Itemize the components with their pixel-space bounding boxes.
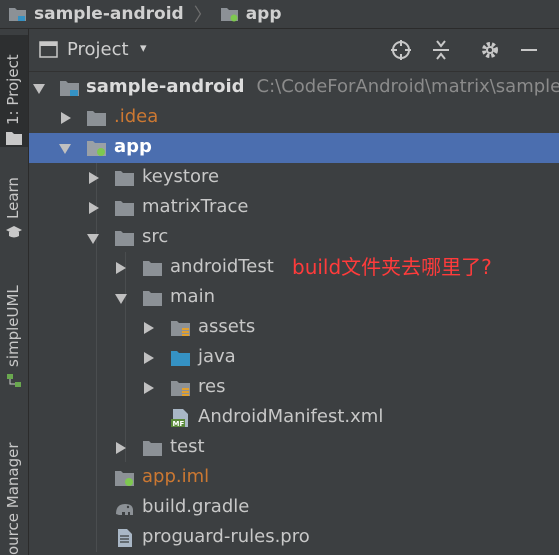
module-folder-icon — [220, 8, 238, 22]
root-name: sample-android — [86, 76, 245, 97]
source-folder-icon — [171, 351, 190, 366]
project-tool-button[interactable]: 1: Project — [0, 35, 28, 147]
tree-label: keystore — [142, 166, 220, 187]
project-view-icon — [39, 41, 58, 58]
tree-row-test[interactable]: test — [29, 433, 559, 463]
collapsed-arrow-icon[interactable] — [144, 322, 154, 334]
tree-label: .idea — [114, 106, 159, 127]
tree-row-proguard-rules[interactable]: proguard-rules.pro — [29, 523, 559, 553]
collapsed-arrow-icon[interactable] — [144, 352, 154, 364]
annotation-text: build文件夹去哪里了? — [290, 254, 494, 280]
tool-window-stripe: 1: Project Learn simpleUML ource Manager — [0, 29, 29, 555]
collapsed-arrow-icon[interactable] — [89, 172, 99, 184]
folder-icon — [6, 132, 22, 145]
tree-label: app.iml — [142, 466, 210, 487]
module-folder-icon — [60, 81, 79, 96]
folder-icon — [115, 201, 134, 216]
expanded-arrow-icon[interactable] — [33, 84, 45, 94]
folder-icon — [143, 291, 162, 306]
tree-row-keystore[interactable]: keystore — [29, 163, 559, 193]
collapsed-arrow-icon[interactable] — [144, 382, 154, 394]
folder-icon — [143, 261, 162, 276]
tree-label: src — [142, 226, 169, 247]
simpleuml-tool-label: simpleUML — [4, 285, 22, 367]
tree-row-build-gradle[interactable]: build.gradle — [29, 493, 559, 523]
tree-row-sample-android[interactable]: sample-android C:\CodeForAndroid\matrix\s… — [29, 73, 559, 103]
resources-folder-icon — [171, 381, 190, 396]
breadcrumb: sample-android 〉 app — [0, 0, 559, 29]
breadcrumb-label: sample-android — [34, 4, 184, 24]
tree-label: res — [198, 376, 226, 397]
tree-row-android-manifest[interactable]: MF AndroidManifest.xml — [29, 403, 559, 433]
tree-label: assets — [198, 316, 256, 337]
tree-row-main[interactable]: main — [29, 283, 559, 313]
resources-folder-icon — [171, 321, 190, 336]
project-tree: sample-android C:\CodeForAndroid\matrix\s… — [29, 72, 559, 555]
tree-label: sample-android C:\CodeForAndroid\matrix\s… — [86, 76, 559, 97]
expanded-arrow-icon[interactable] — [59, 144, 71, 154]
minimize-icon[interactable] — [517, 38, 541, 62]
source-manager-tool-button[interactable]: ource Manager — [0, 429, 28, 555]
tree-label: java — [198, 346, 236, 367]
breadcrumb-separator: 〉 — [193, 5, 212, 26]
module-file-icon — [115, 471, 134, 486]
uml-diagram-icon — [7, 374, 21, 387]
tree-label: matrixTrace — [142, 196, 249, 217]
svg-text:MF: MF — [173, 420, 185, 428]
folder-icon — [115, 231, 134, 246]
tree-row-res[interactable]: res — [29, 373, 559, 403]
expanded-arrow-icon[interactable] — [115, 294, 127, 304]
breadcrumb-label: app — [245, 4, 282, 24]
project-tool-label: 1: Project — [4, 54, 22, 125]
project-view-selector[interactable]: Project — [67, 39, 129, 60]
collapsed-arrow-icon[interactable] — [89, 202, 99, 214]
tree-row-java[interactable]: java — [29, 343, 559, 373]
tree-label: test — [170, 436, 205, 457]
tree-label: androidTest — [170, 256, 274, 277]
expanded-arrow-icon[interactable] — [87, 234, 99, 244]
manifest-file-icon: MF — [171, 409, 188, 428]
root-path: C:\CodeForAndroid\matrix\samples\ — [256, 76, 559, 97]
collapse-all-icon[interactable] — [429, 38, 453, 62]
simpleuml-tool-button[interactable]: simpleUML — [0, 279, 28, 389]
tree-label: build.gradle — [142, 496, 250, 517]
module-folder-icon — [9, 8, 26, 21]
collapsed-arrow-icon[interactable] — [61, 112, 71, 124]
gear-icon[interactable] — [478, 38, 502, 62]
breadcrumb-item-app[interactable]: app — [220, 0, 282, 28]
collapsed-arrow-icon[interactable] — [116, 442, 126, 454]
locate-target-icon[interactable] — [389, 38, 413, 62]
tree-label: AndroidManifest.xml — [198, 406, 384, 427]
collapsed-arrow-icon[interactable] — [116, 262, 126, 274]
learn-tool-label: Learn — [4, 177, 22, 219]
tree-row-src[interactable]: src — [29, 223, 559, 253]
folder-icon — [115, 171, 134, 186]
tree-label: proguard-rules.pro — [142, 526, 310, 547]
folder-icon — [87, 111, 106, 126]
tree-row-app[interactable]: app — [29, 133, 559, 163]
project-panel-header: Project ▾ — [29, 29, 559, 72]
text-file-icon — [118, 529, 132, 547]
tree-row-idea[interactable]: .idea — [29, 103, 559, 133]
source-manager-tool-label: ource Manager — [4, 442, 22, 555]
tree-row-app-iml[interactable]: app.iml — [29, 463, 559, 493]
tree-label: main — [170, 286, 215, 307]
gradle-elephant-icon — [116, 504, 133, 515]
breadcrumb-item-sample-android[interactable]: sample-android — [8, 0, 184, 28]
tree-label: app — [114, 136, 152, 157]
tree-row-assets[interactable]: assets — [29, 313, 559, 343]
chevron-down-icon[interactable]: ▾ — [140, 41, 147, 56]
learn-tool-button[interactable]: Learn — [0, 169, 28, 259]
folder-icon — [143, 441, 162, 456]
tree-row-matrixtrace[interactable]: matrixTrace — [29, 193, 559, 223]
graduation-cap-icon — [6, 226, 22, 238]
module-folder-icon — [87, 141, 106, 156]
